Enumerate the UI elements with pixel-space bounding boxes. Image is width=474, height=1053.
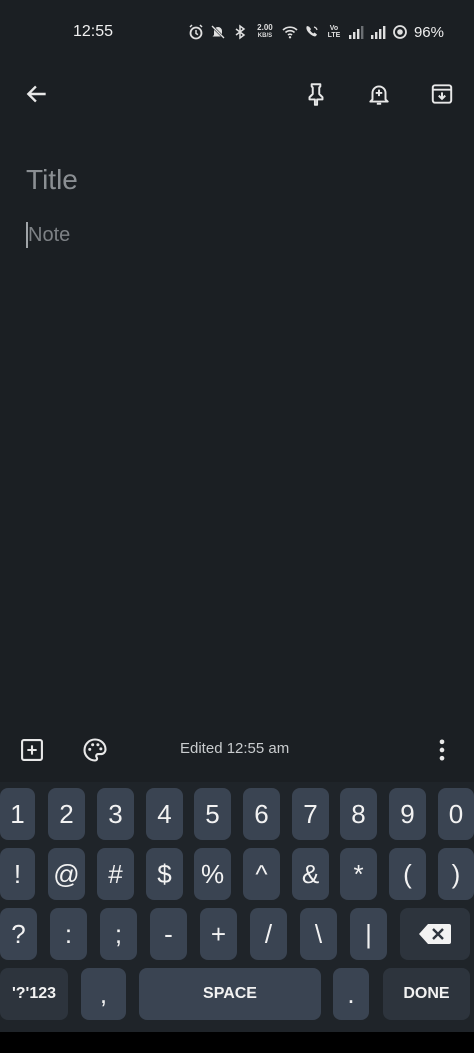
key-pipe[interactable]: | — [350, 908, 387, 960]
key-paren-close[interactable]: ) — [438, 848, 474, 900]
network-speed-unit: KB/S — [257, 33, 273, 39]
key-colon[interactable]: : — [50, 908, 87, 960]
key-percent[interactable]: % — [194, 848, 231, 900]
add-box-icon — [21, 739, 43, 761]
key-asterisk[interactable]: * — [340, 848, 377, 900]
note-placeholder: Note — [28, 223, 71, 246]
notifications-off-icon — [210, 24, 226, 40]
key-1[interactable]: 1 — [0, 788, 35, 840]
reminder-button[interactable] — [355, 70, 403, 118]
add-button[interactable] — [10, 728, 54, 772]
status-bar: 12:55 2.00 KB/S Vo LTE 96% — [0, 0, 474, 64]
key-paren-open[interactable]: ( — [389, 848, 426, 900]
key-4[interactable]: 4 — [146, 788, 183, 840]
key-minus[interactable]: - — [150, 908, 187, 960]
backspace-icon — [419, 924, 451, 944]
volte-top: Vo — [329, 25, 339, 32]
key-0[interactable]: 0 — [438, 788, 474, 840]
wifi-icon — [282, 24, 298, 40]
key-backslash[interactable]: \ — [300, 908, 337, 960]
wifi-calling-icon — [304, 24, 320, 40]
key-hash[interactable]: # — [97, 848, 134, 900]
arrow-back-icon — [26, 85, 46, 103]
symbols-key[interactable]: '?'123 — [0, 968, 68, 1020]
key-question[interactable]: ? — [0, 908, 37, 960]
back-button[interactable] — [13, 70, 61, 118]
more-vert-icon — [439, 739, 445, 761]
note-bottom-bar: Edited 12:55 am — [0, 726, 474, 778]
status-time: 12:55 — [73, 23, 114, 40]
key-ampersand[interactable]: & — [292, 848, 329, 900]
key-7[interactable]: 7 — [292, 788, 329, 840]
volte-bottom: LTE — [327, 32, 341, 39]
network-speed: 2.00 KB/S — [254, 24, 276, 40]
key-comma[interactable]: , — [81, 968, 126, 1020]
archive-button[interactable] — [418, 70, 466, 118]
more-options-button[interactable] — [420, 728, 464, 772]
keyboard: 1 2 3 4 5 6 7 8 9 0 ! @ # $ % ^ & * ( ) … — [0, 782, 474, 1032]
edited-timestamp: Edited 12:55 am — [180, 740, 290, 757]
battery-percent: 96% — [413, 23, 444, 41]
key-6[interactable]: 6 — [243, 788, 280, 840]
key-period[interactable]: . — [333, 968, 369, 1020]
alarm-icon — [188, 24, 204, 40]
key-at[interactable]: @ — [48, 848, 85, 900]
key-2[interactable]: 2 — [48, 788, 85, 840]
volte-indicator: Vo LTE — [326, 25, 342, 39]
network-speed-value: 2.00 — [257, 23, 273, 32]
title-placeholder: Title — [26, 164, 78, 195]
signal-sim2-icon — [370, 24, 386, 40]
key-9[interactable]: 9 — [389, 788, 426, 840]
palette-icon — [83, 738, 107, 762]
key-5[interactable]: 5 — [194, 788, 231, 840]
backspace-key[interactable] — [400, 908, 470, 960]
bluetooth-icon — [232, 24, 248, 40]
pin-button[interactable] — [292, 70, 340, 118]
archive-icon — [431, 84, 453, 104]
battery-saver-icon — [392, 24, 408, 40]
key-8[interactable]: 8 — [340, 788, 377, 840]
key-plus[interactable]: + — [200, 908, 237, 960]
note-toolbar — [0, 70, 474, 118]
signal-sim1-icon — [348, 24, 364, 40]
title-input[interactable]: Title — [26, 164, 446, 204]
key-caret[interactable]: ^ — [243, 848, 280, 900]
key-dollar[interactable]: $ — [146, 848, 183, 900]
navigation-bar — [0, 1032, 474, 1053]
reminder-bell-icon — [369, 85, 389, 105]
space-key[interactable]: SPACE — [139, 968, 321, 1020]
pin-icon — [308, 83, 324, 106]
key-exclamation[interactable]: ! — [0, 848, 35, 900]
note-input[interactable]: Note — [26, 220, 446, 250]
key-semicolon[interactable]: ; — [100, 908, 137, 960]
background-options-button[interactable] — [73, 728, 117, 772]
status-icons: 2.00 KB/S Vo LTE 96% — [188, 24, 444, 41]
key-3[interactable]: 3 — [97, 788, 134, 840]
key-slash[interactable]: / — [250, 908, 287, 960]
done-key[interactable]: DONE — [383, 968, 470, 1020]
